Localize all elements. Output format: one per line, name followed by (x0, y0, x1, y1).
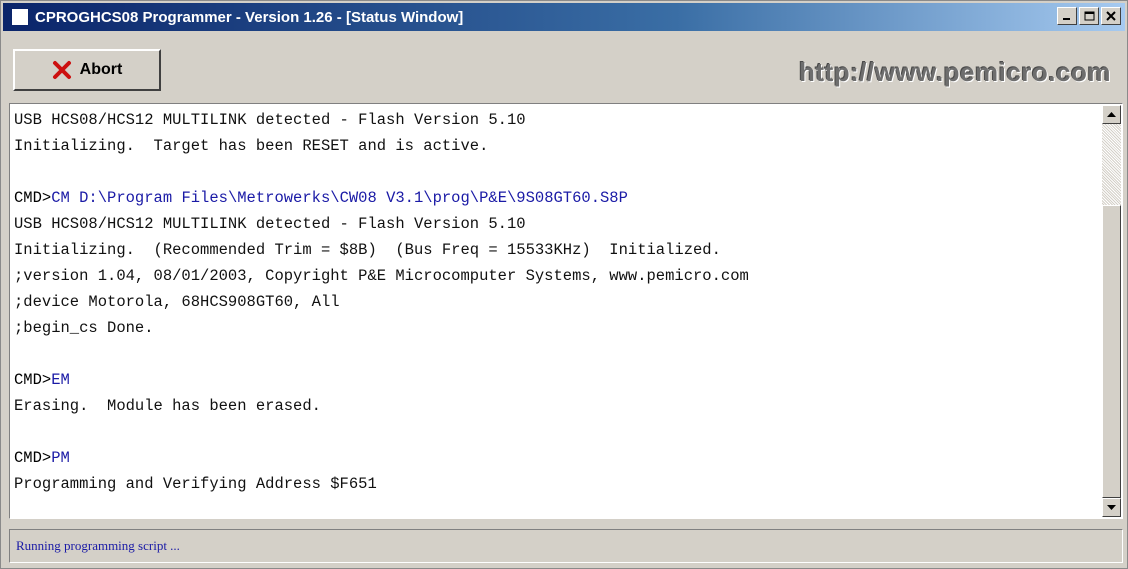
scroll-up-button[interactable] (1102, 105, 1121, 124)
command-text: EM (51, 371, 70, 389)
log-command-line: CMD>EM (14, 367, 1104, 393)
log-blank-line (14, 419, 1104, 445)
close-button[interactable] (1101, 7, 1121, 25)
status-log-panel: USB HCS08/HCS12 MULTILINK detected - Fla… (9, 103, 1123, 519)
log-line: ;version 1.04, 08/01/2003, Copyright P&E… (14, 267, 749, 285)
vertical-scrollbar[interactable] (1102, 105, 1121, 517)
command-prompt: CMD> (14, 371, 52, 389)
log-line: USB HCS08/HCS12 MULTILINK detected - Fla… (14, 215, 526, 233)
arrow-up-icon (1107, 111, 1116, 117)
maximize-icon (1084, 11, 1094, 21)
log-line: ;begin_cs Done. (14, 319, 154, 337)
log-line: Initializing. (Recommended Trim = $8B) (… (14, 241, 721, 259)
log-line: Initializing. Target has been RESET and … (14, 137, 489, 155)
red-x-icon (52, 61, 71, 79)
status-bar: Running programming script ... (9, 529, 1123, 563)
window-controls (1057, 7, 1121, 25)
window-title: CPROGHCS08 Programmer - Version 1.26 - [… (35, 8, 464, 26)
status-log: USB HCS08/HCS12 MULTILINK detected - Fla… (12, 106, 1104, 517)
app-icon (11, 8, 29, 26)
command-text: CM D:\Program Files\Metrowerks\CW08 V3.1… (51, 189, 628, 207)
programmer-window: CPROGHCS08 Programmer - Version 1.26 - [… (0, 0, 1128, 569)
log-blank-line (14, 159, 1104, 185)
command-prompt: CMD> (14, 189, 52, 207)
log-line: ;device Motorola, 68HCS908GT60, All (14, 293, 340, 311)
log-line: USB HCS08/HCS12 MULTILINK detected - Fla… (14, 111, 526, 129)
log-command-line: CMD>CM D:\Program Files\Metrowerks\CW08 … (14, 185, 1104, 211)
log-line: Erasing. Module has been erased. (14, 397, 321, 415)
minimize-icon (1063, 18, 1070, 20)
command-prompt: CMD> (14, 449, 52, 467)
pemicro-url: http://www.pemicro.com (799, 57, 1111, 87)
status-text: Running programming script ... (16, 538, 180, 553)
scroll-down-button[interactable] (1102, 498, 1121, 517)
log-command-line: CMD>PM (14, 445, 1104, 471)
log-blank-line (14, 341, 1104, 367)
abort-label: Abort (79, 61, 123, 78)
scrollbar-thumb[interactable] (1102, 205, 1121, 498)
minimize-button[interactable] (1057, 7, 1077, 25)
title-bar[interactable]: CPROGHCS08 Programmer - Version 1.26 - [… (3, 3, 1125, 31)
arrow-down-icon (1107, 504, 1116, 510)
close-icon (1106, 11, 1116, 21)
maximize-button[interactable] (1079, 7, 1099, 25)
abort-button[interactable]: Abort (13, 49, 161, 91)
log-line: Programming and Verifying Address $F651 (14, 475, 377, 493)
command-text: PM (51, 449, 70, 467)
toolbar: Abort http://www.pemicro.com (3, 31, 1125, 103)
